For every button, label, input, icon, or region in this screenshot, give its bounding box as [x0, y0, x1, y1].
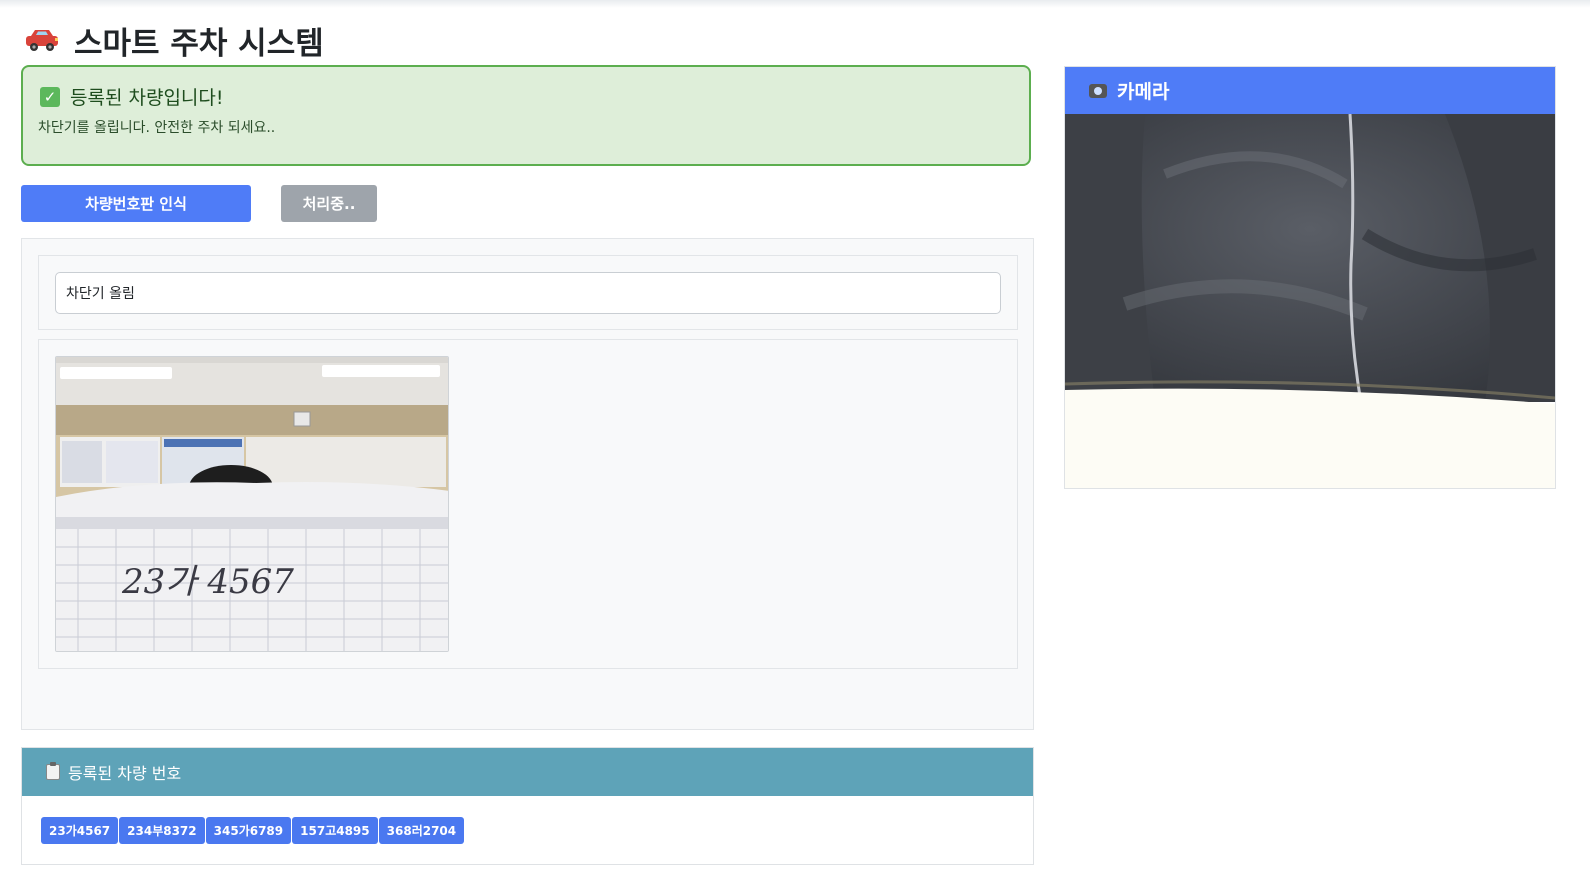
- plate-badge: 157고4895: [292, 817, 378, 844]
- camera-card: 카메라: [1064, 66, 1556, 489]
- registered-vehicles-title: 등록된 차량 번호: [68, 764, 182, 783]
- car-icon: [26, 30, 58, 51]
- check-icon: ✓: [40, 86, 60, 107]
- page-title-text: 스마트 주차 시스템: [74, 25, 324, 62]
- camera-title: 카메라: [1117, 81, 1170, 103]
- camera-header: 카메라: [1065, 67, 1555, 114]
- registered-vehicles-card: 등록된 차량 번호 23가4567 234부8372 345가6789 157고…: [21, 747, 1034, 865]
- capture-section: 23가 4567: [38, 339, 1018, 669]
- camera-feed: [1065, 114, 1555, 488]
- alert-title: 등록된 차량입니다!: [70, 87, 224, 109]
- plate-badge: 23가4567: [41, 817, 119, 844]
- plate-badge: 368러2704: [378, 817, 465, 844]
- result-panel: 23가 4567: [21, 238, 1034, 730]
- registered-vehicles-header: 등록된 차량 번호: [22, 748, 1033, 796]
- alert-heading: ✓ 등록된 차량입니다!: [40, 83, 224, 110]
- page-title: 스마트 주차 시스템: [24, 18, 324, 62]
- top-shade: [0, 0, 1590, 8]
- success-alert: ✓ 등록된 차량입니다! 차단기를 올립니다. 안전한 주차 되세요..: [21, 65, 1031, 166]
- plate-list: 23가4567 234부8372 345가6789 157고4895 368러2…: [41, 817, 465, 844]
- camera-icon: [1089, 83, 1107, 98]
- processing-button[interactable]: 처리중..: [281, 185, 377, 222]
- plate-badge: 345가6789: [205, 817, 292, 844]
- status-field[interactable]: [55, 272, 1001, 314]
- alert-message: 차단기를 올립니다. 안전한 주차 되세요..: [38, 120, 276, 136]
- plate-badge: 234부8372: [119, 817, 205, 844]
- clipboard-icon: [46, 762, 60, 780]
- status-section: [38, 255, 1018, 330]
- handwritten-plate-text: 23가 4567: [121, 562, 294, 602]
- captured-plate-image: 23가 4567: [55, 356, 449, 652]
- recognize-plate-button[interactable]: 차량번호판 인식: [21, 185, 251, 222]
